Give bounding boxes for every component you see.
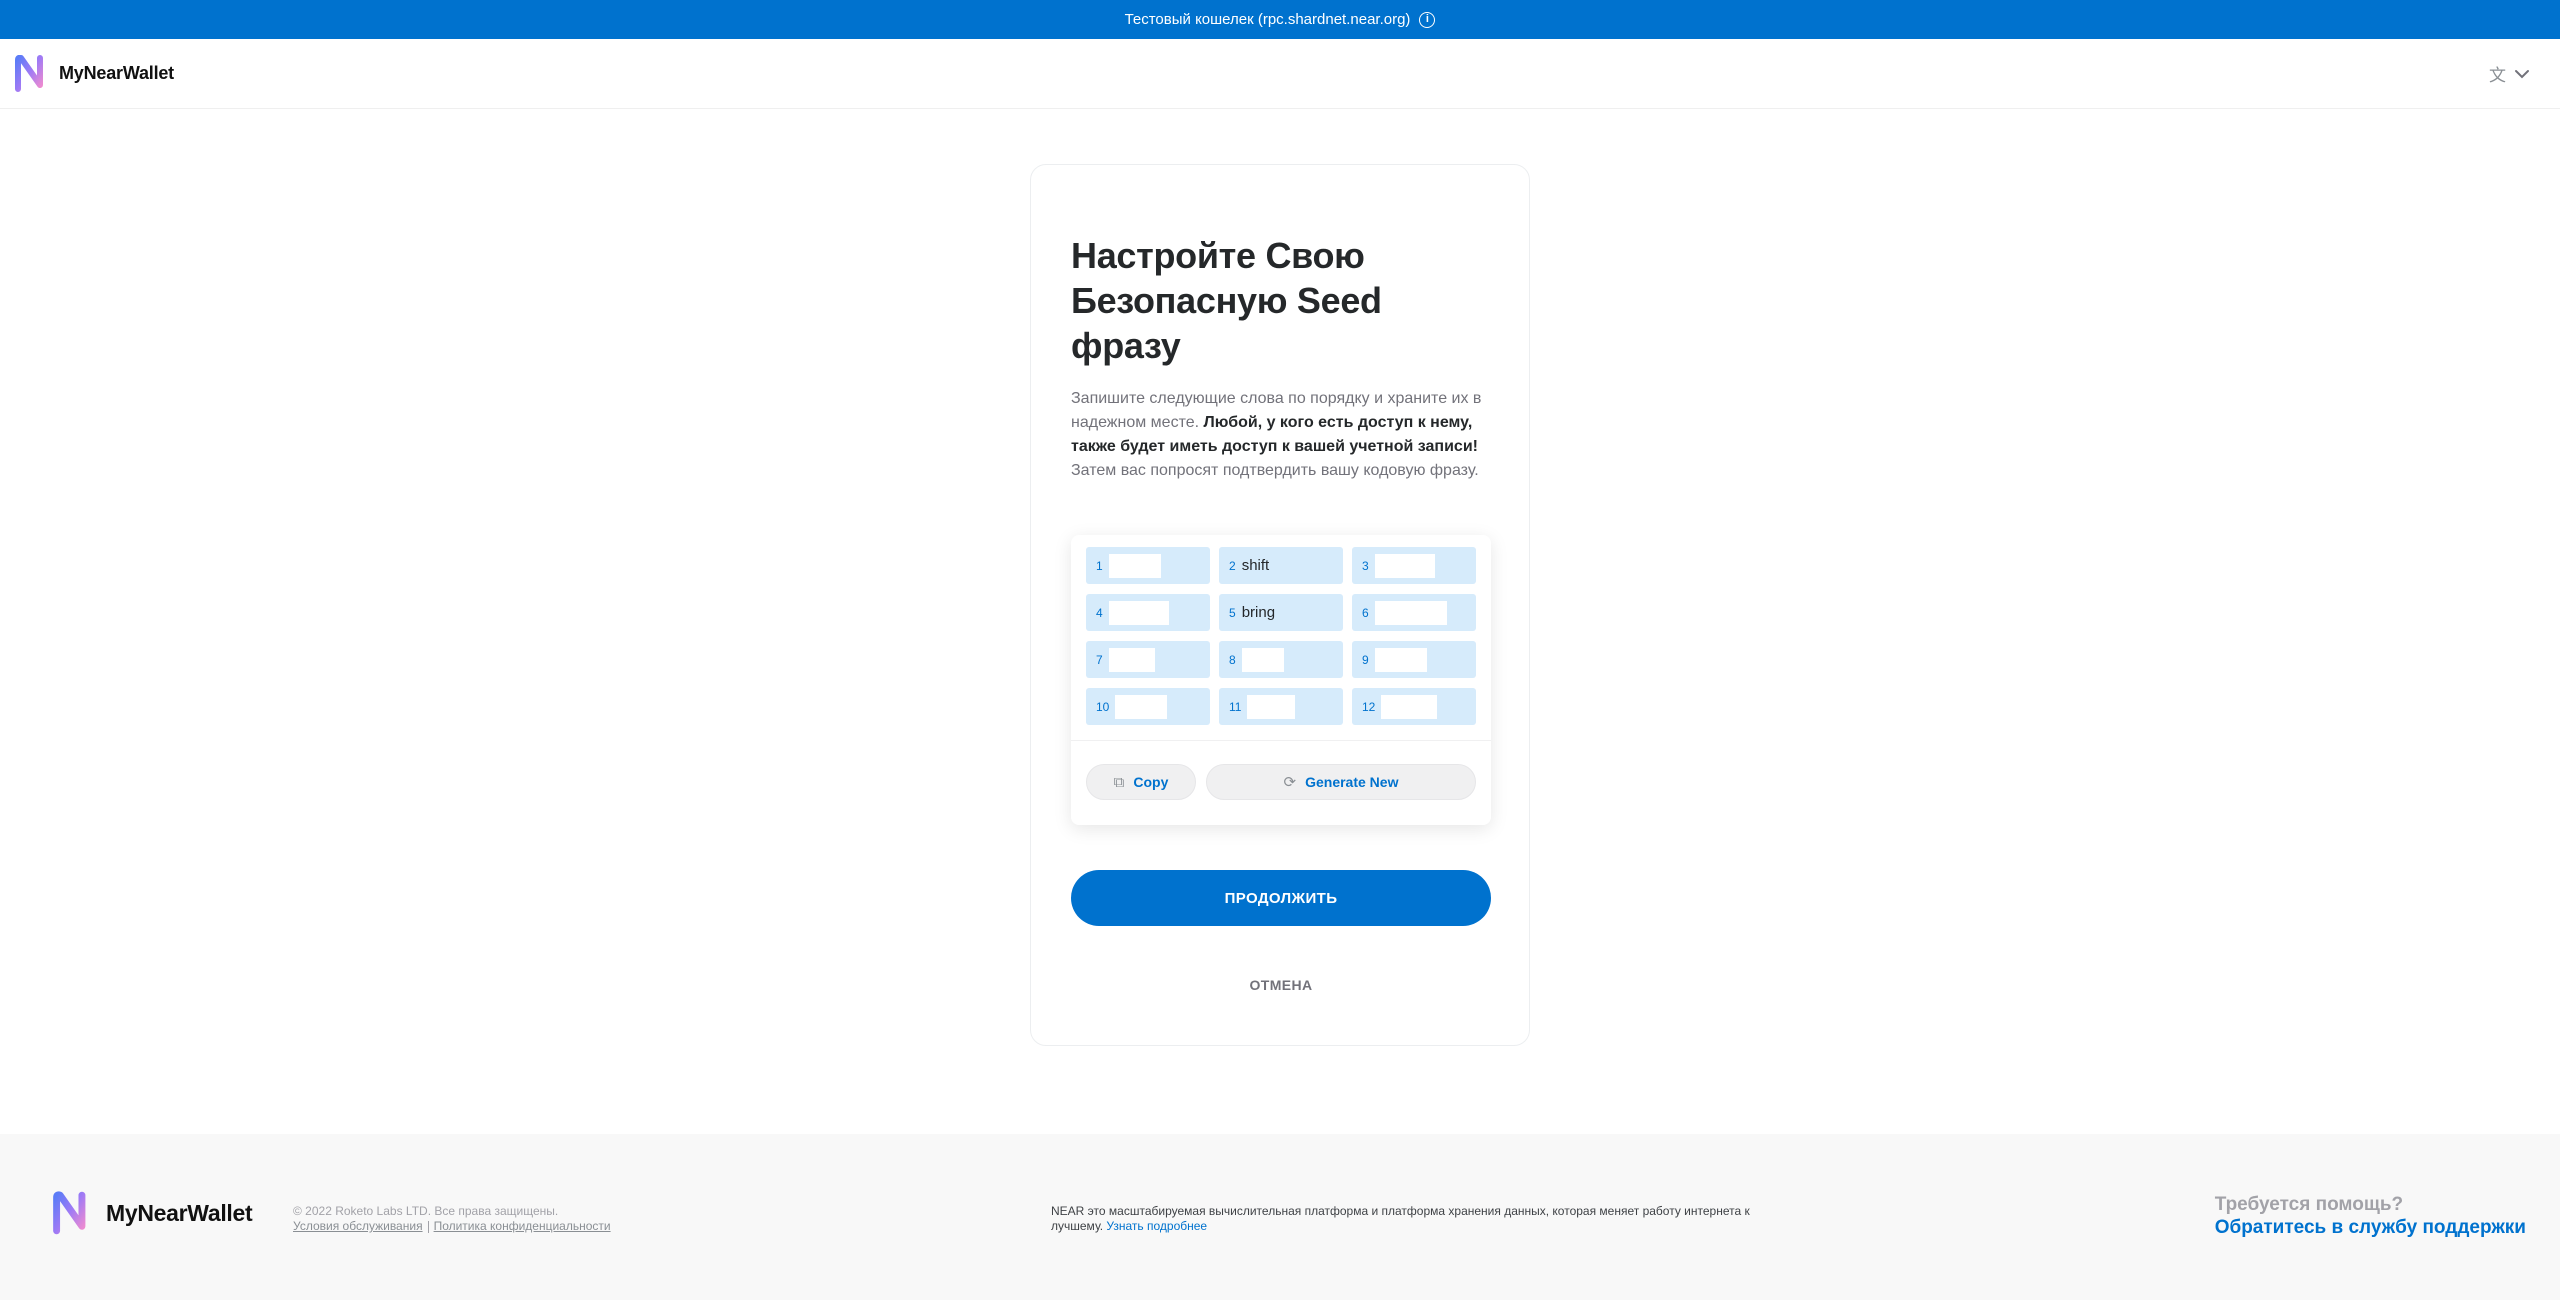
word-text: bring [1241,604,1276,621]
hidden-word [1247,694,1296,719]
seed-word: 7 [1086,641,1210,678]
word-number: 5 [1229,605,1236,620]
testnet-banner: Тестовый кошелек (rpc.shardnet.near.org)… [0,0,2560,39]
word-number: 7 [1096,652,1103,667]
header-logo[interactable]: MyNearWallet [14,55,174,92]
word-number: 3 [1362,558,1369,573]
page-title: Настройте Свою Безопасную Seed фразу [1071,235,1382,366]
seed-word: 3 [1352,547,1476,584]
header: MyNearWallet 文 [0,39,2560,109]
footer: MyNearWallet © 2022 Roketo Labs LTD. Все… [0,1134,2560,1300]
refresh-icon: ⟳ [1283,774,1297,791]
support-link[interactable]: Обратитесь в службу поддержки [2215,1217,2526,1239]
language-selector[interactable]: 文 [2489,61,2530,86]
banner-text: Тестовый кошелек (rpc.shardnet.near.org) [1124,11,1411,28]
mynearwallet-logo-icon [53,1191,86,1235]
word-number: 1 [1096,558,1103,573]
generate-new-button[interactable]: ⟳ Generate New [1206,764,1476,800]
seed-word: 9 [1352,641,1476,678]
mynearwallet-logo-icon [15,55,43,92]
hidden-word [1108,553,1161,578]
word-number: 10 [1096,699,1110,714]
continue-button[interactable]: ПРОДОЛЖИТЬ [1071,870,1491,926]
footer-brand: MyNearWallet [106,1199,253,1226]
hidden-word [1374,600,1447,625]
learn-more-link[interactable]: Узнать подробнее [1106,1219,1207,1233]
separator [427,1220,429,1233]
terms-link[interactable]: Условия обслуживания [293,1219,423,1233]
word-number: 8 [1229,652,1236,667]
word-number: 2 [1229,558,1236,573]
hidden-word [1108,647,1155,672]
footer-about: NEAR это масштабируемая вычислительная п… [1051,1204,1801,1234]
footer-legal: © 2022 Roketo Labs LTD. Все права защище… [293,1204,611,1234]
seed-word: 4 [1086,594,1210,631]
hidden-word [1115,694,1168,719]
seed-description: Запишите следующие слова по порядку и хр… [1071,387,1491,483]
chevron-down-icon [2515,69,2529,78]
seed-word: 6 [1352,594,1476,631]
desc-text-2: Затем вас попросят подтвердить вашу кодо… [1071,462,1479,479]
info-icon[interactable]: i [1419,11,1436,28]
seed-word: 12 [1352,688,1476,725]
word-number: 9 [1362,652,1369,667]
seed-word: 1 [1086,547,1210,584]
cancel-button[interactable]: ОТМЕНА [1071,970,1491,1000]
footer-help: Требуется помощь? Обратитесь в службу по… [2215,1194,2526,1239]
word-number: 4 [1096,605,1103,620]
help-question: Требуется помощь? [2214,1194,2404,1215]
word-number: 6 [1362,605,1369,620]
footer-logo[interactable]: MyNearWallet [52,1190,253,1236]
setup-seed-card: Настройте Свою Безопасную Seed фразу Зап… [1030,164,1530,1046]
hidden-word [1381,694,1438,719]
copy-button[interactable]: ⧉ Copy [1086,764,1196,800]
seed-word: 8 [1219,641,1343,678]
seed-word: 5 bring [1219,594,1343,631]
seed-phrase-box: 1 2 shift 3 4 5 bring 6 7 8 9 10 11 12 ⧉ C… [1071,535,1491,825]
seed-word: 10 [1086,688,1210,725]
word-text: shift [1241,557,1270,574]
copy-label: Copy [1133,774,1169,790]
hidden-word [1241,647,1284,672]
hidden-word [1374,553,1435,578]
word-number: 11 [1229,699,1242,714]
word-number: 12 [1362,699,1376,714]
generate-label: Generate New [1305,774,1399,790]
copy-icon: ⧉ [1113,773,1125,791]
hidden-word [1108,600,1169,625]
privacy-link[interactable]: Политика конфиденциальности [434,1219,611,1233]
seed-word: 2 shift [1219,547,1343,584]
divider [1071,740,1491,741]
seed-word: 11 [1219,688,1343,725]
seed-word-grid: 1 2 shift 3 4 5 bring 6 7 8 9 10 11 12 [1086,547,1476,725]
copyright: © 2022 Roketo Labs LTD. Все права защище… [293,1204,559,1218]
hidden-word [1374,647,1427,672]
translate-icon: 文 [2489,66,2506,85]
brand-name: MyNearWallet [59,63,174,83]
